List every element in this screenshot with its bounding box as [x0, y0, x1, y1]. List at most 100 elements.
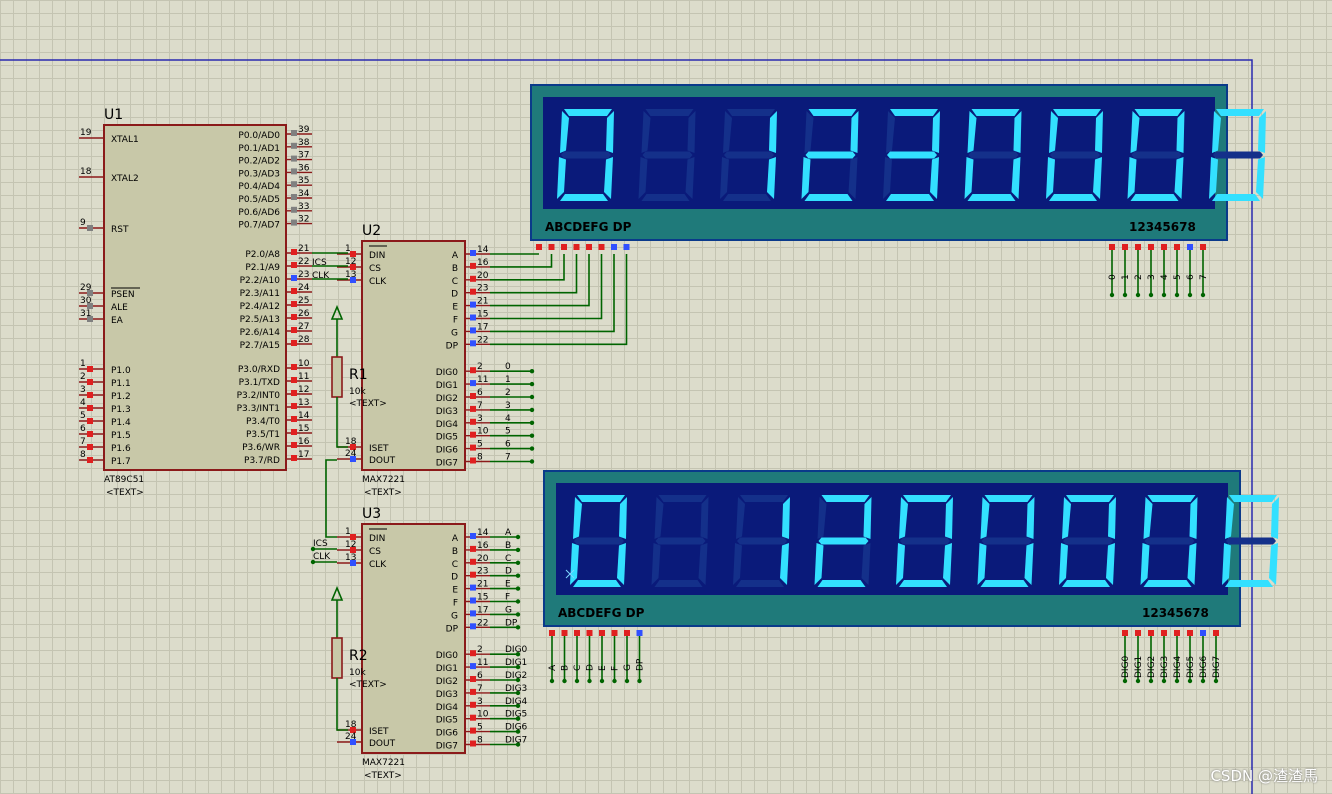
u3-pin-number: 10 — [477, 710, 489, 720]
pin-marker — [291, 364, 297, 370]
pin-marker — [1213, 630, 1219, 636]
pin-marker — [1161, 630, 1167, 636]
wire-junction — [529, 446, 535, 451]
u1-pin-label: P3.5/T1 — [246, 430, 280, 440]
pin-marker — [87, 405, 93, 411]
u2-digit-net-label: 3 — [505, 401, 511, 411]
u3-pin-label: C — [452, 560, 458, 570]
wire-junction — [515, 599, 521, 604]
r1-body — [331, 356, 343, 398]
u1-pin-label: EA — [111, 316, 124, 326]
display2-segment-label: ABCDEFG DP — [558, 606, 645, 620]
pin-marker — [470, 262, 476, 269]
display2-segment-a — [984, 495, 1033, 502]
pin-marker — [1174, 630, 1180, 636]
u1-pin-label: P3.3/INT1 — [237, 404, 280, 414]
pin-marker — [561, 630, 568, 636]
wire-junction — [587, 678, 592, 684]
u2-pin-label: DIN — [369, 251, 385, 261]
u3-pin-label: DIG5 — [436, 716, 458, 726]
u3-net-label: G — [505, 605, 512, 615]
u1-text-placeholder: <TEXT> — [106, 488, 144, 498]
wire-junction — [612, 678, 617, 684]
u3-net-label: DIG4 — [505, 697, 528, 707]
display2-segment-a — [1066, 495, 1114, 502]
display1-segment-d — [1212, 194, 1260, 201]
display2-digit-net-label: DIG6 — [1199, 655, 1209, 678]
u1-pin-number: 26 — [298, 309, 310, 319]
display2-segment-a — [577, 495, 625, 502]
pin-marker — [291, 416, 297, 422]
pin-marker — [470, 288, 476, 295]
u1-pin-number: 27 — [298, 322, 309, 332]
u1-reference: U1 — [104, 107, 123, 123]
pin-marker — [291, 155, 297, 162]
display2-segment-g — [1144, 537, 1195, 545]
display2-segment-d — [1143, 580, 1192, 587]
pin-marker — [573, 244, 580, 250]
u2-pin-number: 22 — [477, 335, 488, 345]
wire-junction — [1161, 678, 1167, 684]
r2-vcc-arrow — [330, 585, 344, 601]
wire-junction — [1174, 292, 1180, 298]
u2-pin-label: E — [452, 303, 458, 313]
u2-pin-label: CS — [369, 264, 381, 274]
display1-segment-g — [642, 151, 693, 159]
display2-segment-net-label: D — [586, 664, 596, 671]
pin-marker — [470, 663, 476, 670]
display1-segment-a — [727, 109, 775, 116]
pin-marker — [291, 142, 297, 149]
pin-marker — [1174, 244, 1180, 250]
pin-marker — [291, 455, 297, 461]
pin-marker — [470, 314, 476, 321]
pin-marker — [1200, 630, 1206, 636]
u3-net-label: DIG2 — [505, 671, 527, 681]
u1-pin-number: 25 — [298, 296, 309, 306]
u2-pin-label: ISET — [369, 444, 389, 454]
schematic-canvas[interactable]: U1AT89C51<TEXT>19XTAL118XTAL29RST29PSEN3… — [0, 0, 1332, 794]
u2-pin-number: 11 — [477, 375, 488, 385]
u3-net-ics: ICS — [313, 539, 328, 549]
display1-segment-a — [1134, 109, 1183, 116]
u2-pin-label: D — [451, 290, 458, 300]
pin-marker — [470, 327, 476, 334]
u3-pin-label: DIG2 — [436, 677, 458, 687]
u1-pin-label: P1.5 — [111, 431, 131, 441]
pin-marker — [1135, 244, 1141, 250]
u2-pin-label: DIG0 — [436, 368, 459, 378]
display1-segment-d — [967, 194, 1016, 201]
display1-segment-a — [1216, 109, 1264, 116]
display1-segment-d — [560, 194, 608, 201]
display2-segment-c — [1269, 543, 1278, 585]
pin-marker — [586, 244, 592, 250]
u3-net-label: DIG6 — [505, 723, 528, 733]
pin-marker — [470, 340, 476, 347]
u1-pin-number: 6 — [80, 424, 86, 434]
u3-pin-label: DIG6 — [436, 729, 459, 739]
u2-pin-label: F — [453, 316, 458, 326]
u1-pin-number: 5 — [80, 411, 86, 421]
wire-junction — [1187, 678, 1193, 684]
u2-pin-number: 10 — [477, 427, 489, 437]
display1-segment-label: ABCDEFG DP — [545, 220, 632, 234]
pin-marker — [291, 390, 297, 396]
u1-pin-label: P1.6 — [111, 444, 131, 454]
display2-segment-a — [658, 495, 707, 502]
u1-pin-number: 9 — [80, 218, 86, 228]
u3-pin-number: 8 — [477, 736, 483, 746]
u1-pin-label: P0.3/AD3 — [238, 169, 280, 179]
u1-pin-number: 19 — [80, 128, 92, 138]
u1-pin-label: ALE — [111, 303, 128, 313]
display1-digit-net-label: 7 — [1199, 274, 1209, 280]
pin-marker — [291, 262, 297, 268]
wire-junction — [1161, 292, 1167, 298]
pin-marker — [1148, 630, 1154, 636]
u1-pin-number: 4 — [80, 398, 86, 408]
wire-junction — [529, 381, 535, 387]
pin-marker — [470, 405, 476, 412]
display1-segment-a — [808, 109, 857, 116]
display1-segment-g — [805, 151, 856, 159]
pin-marker — [470, 571, 476, 578]
wire-junction — [515, 573, 521, 578]
u3-pin-number: 16 — [477, 541, 489, 551]
